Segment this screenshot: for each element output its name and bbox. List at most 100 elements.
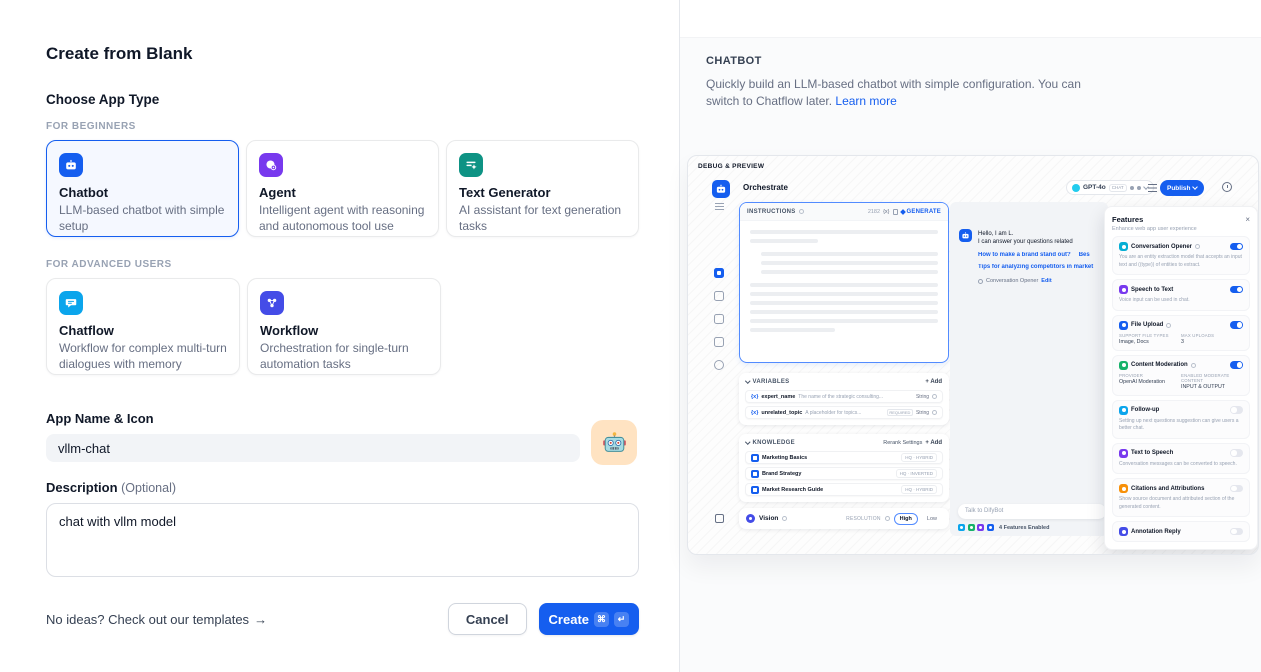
mock-chat-input: Talk to DifyBot xyxy=(958,504,1106,519)
chevron-down-icon xyxy=(1193,184,1199,190)
cancel-button[interactable]: Cancel xyxy=(448,603,527,635)
create-button[interactable]: Create ⌘ ↵ xyxy=(539,603,639,635)
modal-footer: No ideas? Check out our templates → Canc… xyxy=(46,603,639,635)
app-type-card-chatflow[interactable]: Chatflow Workflow for complex multi-turn… xyxy=(46,278,240,375)
bot-message: Hello, I am L. I can answer your questio… xyxy=(978,230,1106,284)
eye-icon xyxy=(1137,186,1141,190)
bot-avatar xyxy=(959,229,972,242)
app-name-input[interactable] xyxy=(46,434,580,462)
for-advanced-users-label: FOR ADVANCED USERS xyxy=(46,259,639,270)
mock-app-icon xyxy=(712,180,730,198)
file-upload-icon xyxy=(1119,321,1128,330)
app-type-card-agent[interactable]: Agent Intelligent agent with reasoning a… xyxy=(246,140,439,237)
suggestion-row: Tips for analyzing competitors in market xyxy=(978,264,1106,270)
knowledge-row: Marketing Basics HQ · HYBRID xyxy=(745,451,943,464)
toggle-off xyxy=(1230,528,1243,536)
skeleton-line xyxy=(750,310,938,314)
toggle-off xyxy=(1230,449,1243,457)
chevron-down-icon xyxy=(745,440,750,445)
mock-history-icon xyxy=(1222,182,1232,192)
mock-publish-button: Publish xyxy=(1160,180,1204,196)
variable-row: {x} unrelated_topic A placeholder for to… xyxy=(745,406,943,419)
templates-link[interactable]: No ideas? Check out our templates → xyxy=(46,612,267,627)
info-icon xyxy=(885,516,890,521)
globe-icon xyxy=(714,360,724,370)
chatbot-preview-image: Orchestrate GPT-4o CHAT Publish xyxy=(687,155,1259,555)
dataset-icon xyxy=(751,454,759,462)
mock-variables-card: VARIABLES + Add {x} expert_name The name… xyxy=(739,373,949,425)
suggestion-row: How to make a brand stand out? Bes xyxy=(978,252,1106,258)
learn-more-link[interactable]: Learn more xyxy=(835,94,896,108)
toggle-on xyxy=(1230,321,1243,329)
resolution-low-option: Low xyxy=(922,513,942,525)
create-from-blank-modal: Create from Blank Choose App Type FOR BE… xyxy=(0,0,680,672)
mic-icon xyxy=(1130,186,1134,190)
app-type-card-chatbot[interactable]: Chatbot LLM-based chatbot with simple se… xyxy=(46,140,239,237)
mock-tuning-icon xyxy=(1148,184,1157,192)
arrow-right-icon: → xyxy=(254,612,267,627)
cmd-key-icon: ⌘ xyxy=(594,612,609,627)
instructions-skeleton xyxy=(740,221,948,346)
feature-item: Text to Speech Conversation messages can… xyxy=(1112,443,1250,475)
conversation-opener-icon xyxy=(1119,242,1128,251)
conversation-opener-row: Conversation Opener Edit xyxy=(978,278,1106,284)
app-icon-picker[interactable] xyxy=(591,420,637,465)
choose-app-type-label: Choose App Type xyxy=(46,92,639,107)
preview-description: Quickly build an LLM-based chatbot with … xyxy=(706,76,1084,111)
card-description: LLM-based chatbot with simple setup xyxy=(59,203,226,234)
skeleton-line xyxy=(750,283,938,287)
chevron-down-icon xyxy=(745,379,750,384)
feature-item: Conversation Opener You are an entity ex… xyxy=(1112,236,1250,275)
moderation-mini-icon xyxy=(968,524,975,531)
add-knowledge-button: + Add xyxy=(925,440,942,446)
preview-heading: CHATBOT xyxy=(706,55,1261,67)
edit-icon xyxy=(932,410,937,415)
top-strip xyxy=(680,0,1261,38)
resolution-high-option: High xyxy=(894,513,918,525)
app-type-card-workflow[interactable]: Workflow Orchestration for single-turn a… xyxy=(247,278,441,375)
feature-item: Follow-up Setting up next questions sugg… xyxy=(1112,400,1250,439)
skeleton-line xyxy=(761,252,938,256)
card-title: Text Generator xyxy=(459,185,626,200)
advanced-cards-row: Chatflow Workflow for complex multi-turn… xyxy=(46,278,639,375)
text-to-speech-icon xyxy=(1119,449,1128,458)
toggle-off xyxy=(1230,485,1243,493)
gear-icon xyxy=(978,279,983,284)
speech-to-text-icon xyxy=(1119,285,1128,294)
mock-vision-row: Vision RESOLUTION High Low xyxy=(739,508,949,529)
info-icon xyxy=(1191,363,1196,368)
app-type-card-text-generator[interactable]: Text Generator AI assistant for text gen… xyxy=(446,140,639,237)
text-generator-icon xyxy=(459,153,483,177)
citations-icon xyxy=(1119,484,1128,493)
optional-hint: (Optional) xyxy=(121,481,176,495)
toggle-on xyxy=(1230,243,1243,251)
create-app-screen: Create from Blank Choose App Type FOR BE… xyxy=(0,0,1261,672)
skeleton-line xyxy=(750,319,938,323)
required-tag: REQUIRED xyxy=(887,409,913,417)
edit-link: Edit xyxy=(1041,278,1051,284)
feature-item: Content Moderation PROVIDER OpenAI Moder… xyxy=(1112,355,1250,396)
description-textarea[interactable]: chat with vllm model xyxy=(46,503,639,577)
variable-row: {x} expert_name The name of the strategi… xyxy=(745,390,943,403)
card-description: Orchestration for single-turn automation… xyxy=(260,341,428,372)
info-icon xyxy=(1195,244,1200,249)
card-title: Chatbot xyxy=(59,185,226,200)
card-title: Agent xyxy=(259,185,426,200)
skeleton-line xyxy=(750,239,818,243)
mock-features-panel: Features × Enhance web app user experien… xyxy=(1104,206,1258,550)
document-icon xyxy=(714,314,724,324)
card-title: Chatflow xyxy=(59,323,227,338)
orchestrate-icon xyxy=(714,268,724,278)
feature-item: File Upload SUPPORT FILE TYPES Image, Do… xyxy=(1112,315,1250,351)
knowledge-row: Market Research Guide HQ · HYBRID xyxy=(745,483,943,496)
mock-sidebar-rail xyxy=(714,268,724,370)
variable-badge-icon: {x} xyxy=(883,209,889,215)
toggle-off xyxy=(1230,406,1243,414)
mock-instructions-panel: INSTRUCTIONS 2182 {x} GENERATE xyxy=(739,202,949,363)
close-icon: × xyxy=(1245,216,1250,224)
panel-toggle-icon xyxy=(715,514,724,523)
content-moderation-icon xyxy=(1119,361,1128,370)
follow-up-icon xyxy=(1119,406,1128,415)
image-icon xyxy=(714,291,724,301)
app-name-label: App Name & Icon xyxy=(46,411,639,426)
